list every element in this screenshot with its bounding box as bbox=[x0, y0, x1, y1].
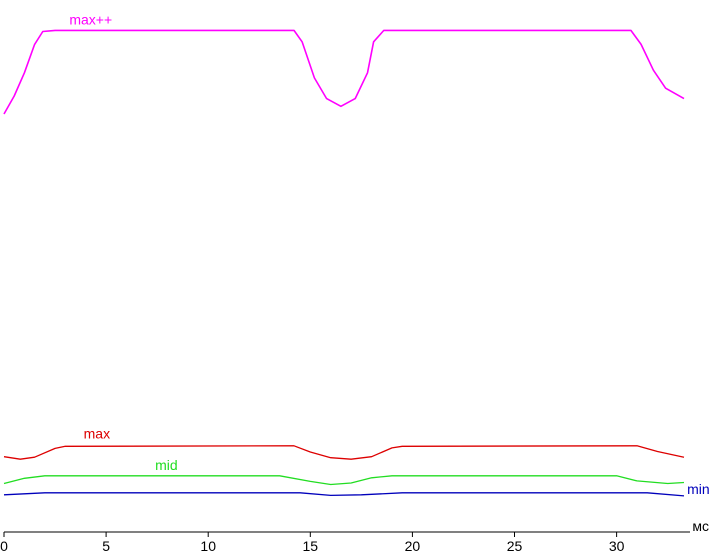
series-label-layer: max++ max mid min bbox=[69, 11, 709, 496]
series-line-max bbox=[3, 445, 685, 460]
x-tick-label: 25 bbox=[507, 538, 523, 554]
x-tick-label: 20 bbox=[405, 538, 421, 554]
x-tick-label: 30 bbox=[609, 538, 625, 554]
x-tick-label: 10 bbox=[200, 538, 216, 554]
series-line-mid bbox=[3, 475, 685, 486]
x-axis-unit-label: мс bbox=[692, 518, 709, 534]
x-axis: 0 5 10 15 20 25 30 мс bbox=[0, 518, 709, 554]
x-tick-label: 5 bbox=[102, 538, 110, 554]
x-tick-label: 0 bbox=[0, 538, 8, 554]
chart: max++ max mid min 0 5 10 15 20 25 30 мс bbox=[0, 11, 710, 554]
series-line-maxplusplus bbox=[3, 29, 685, 115]
series-label-maxplusplus: max++ bbox=[69, 11, 112, 27]
series-line-min bbox=[3, 492, 685, 497]
series-label-min: min bbox=[687, 481, 710, 497]
series-label-max: max bbox=[84, 425, 110, 441]
x-tick-label: 15 bbox=[303, 538, 319, 554]
series-label-mid: mid bbox=[155, 457, 178, 473]
